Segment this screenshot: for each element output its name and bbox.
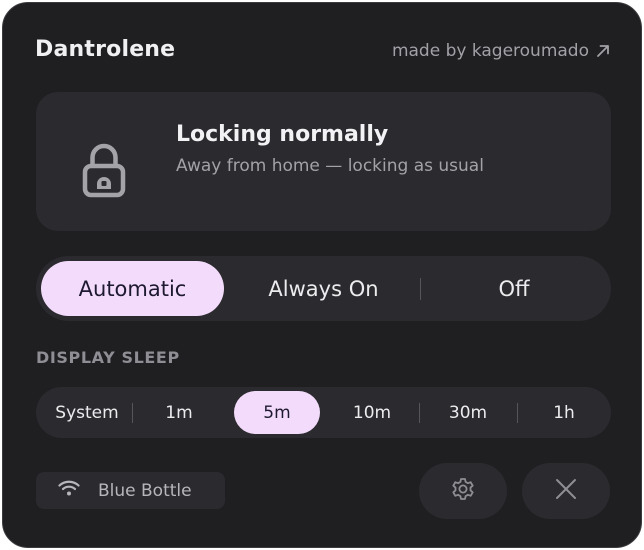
sleep-option-10m[interactable]: 10m — [327, 391, 417, 434]
wifi-icon — [58, 480, 80, 501]
sleep-divider — [419, 403, 420, 423]
mode-option-always-on[interactable]: Always On — [228, 261, 419, 316]
mode-divider — [420, 278, 421, 300]
gear-icon — [449, 475, 477, 507]
status-subtitle: Away from home — locking as usual — [176, 156, 484, 176]
mode-option-automatic[interactable]: Automatic — [41, 261, 224, 316]
sleep-option-system[interactable]: System — [42, 391, 132, 434]
sleep-option-1m[interactable]: 1m — [136, 391, 222, 434]
sleep-divider — [517, 403, 518, 423]
display-sleep-label: DISPLAY SLEEP — [36, 348, 180, 367]
status-card: Locking normally Away from home — lockin… — [36, 92, 611, 231]
arrow-up-right-icon — [595, 43, 611, 59]
dantrolene-panel: Dantrolene made by kageroumado Locking n… — [2, 2, 642, 548]
display-sleep-segmented-control: System 1m 5m 10m 30m 1h — [36, 387, 611, 438]
sleep-option-30m[interactable]: 30m — [422, 391, 514, 434]
close-button[interactable] — [522, 463, 610, 519]
network-name: Blue Bottle — [98, 480, 192, 501]
network-chip: Blue Bottle — [36, 472, 225, 509]
mode-option-off[interactable]: Off — [422, 261, 606, 316]
sleep-divider — [132, 403, 133, 423]
mode-segmented-control: Automatic Always On Off — [36, 256, 611, 321]
close-icon — [554, 477, 578, 505]
made-by-label: made by kageroumado — [391, 41, 589, 61]
app-title: Dantrolene — [35, 37, 176, 62]
settings-button[interactable] — [419, 463, 507, 519]
made-by-link[interactable]: made by kageroumado — [392, 41, 611, 61]
status-title: Locking normally — [176, 122, 389, 147]
sleep-option-5m[interactable]: 5m — [234, 391, 320, 434]
sleep-option-1h[interactable]: 1h — [520, 391, 608, 434]
lock-icon — [82, 142, 126, 202]
